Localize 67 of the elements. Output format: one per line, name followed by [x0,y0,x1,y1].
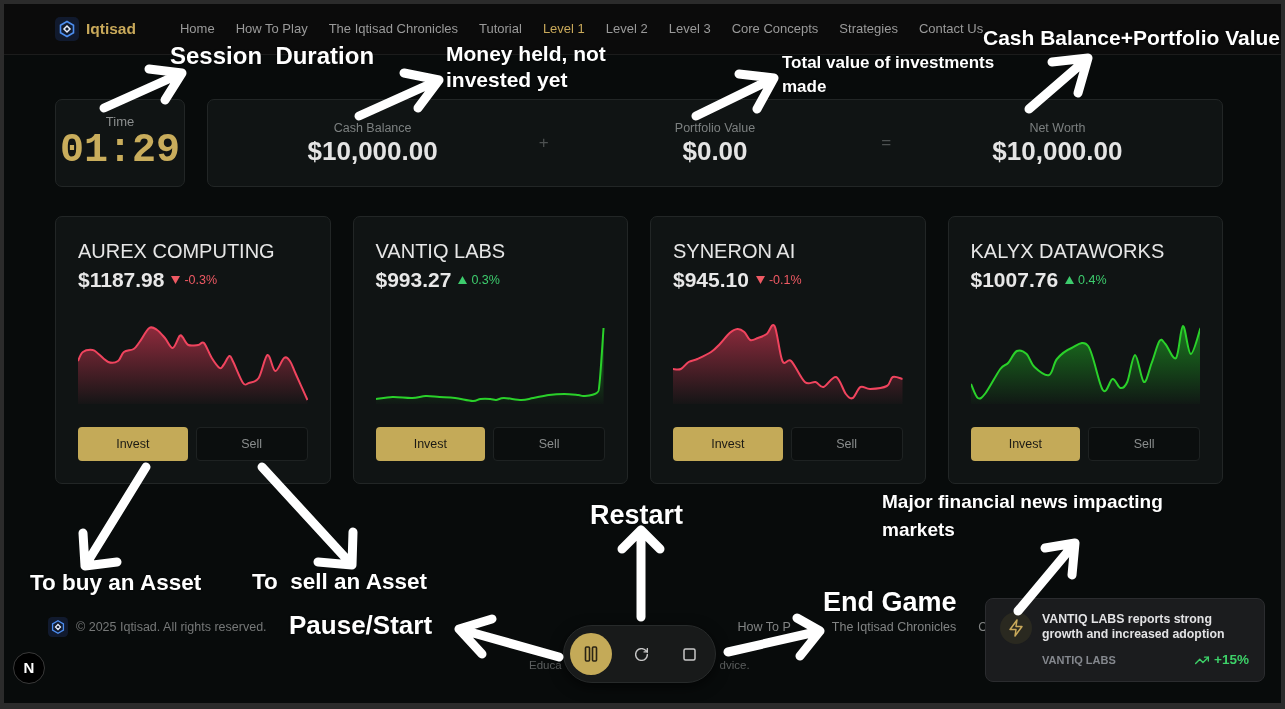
price-change: 0.4% [1078,271,1107,289]
annotation-text: Total value of investments made [782,52,996,98]
annotation-text: Restart [590,500,684,532]
sell-button[interactable]: Sell [195,427,308,461]
footer-link[interactable]: The Iqtisad Chronicles [831,617,957,637]
timer-label: Time [105,114,135,130]
nav-link[interactable]: How To Play [235,19,308,39]
stock-price: $1007.76 [970,267,1059,294]
disclaimer-text: dvice. [719,658,750,673]
annotation-text: End Game [823,587,957,619]
annotation-text: Cash Balance+Portfolio Value [983,26,1280,51]
metric-label: Portfolio Value [674,120,756,136]
annotation-arrow [1024,53,1093,114]
stock-name: SYNERON AI [673,239,797,263]
invest-button[interactable]: Invest [78,427,188,461]
invest-button[interactable]: Invest [375,427,486,461]
dev-badge[interactable]: N [13,652,45,684]
stock-name: AUREX COMPUTING [78,239,276,263]
logo-icon [48,617,68,637]
stop-icon [682,647,696,661]
invest-button[interactable]: Invest [673,427,783,461]
footer-link[interactable]: How To P [737,617,791,637]
nav-link[interactable]: Level 3 [668,19,711,39]
operator-sign: + [538,132,549,155]
price-change: -0.1% [768,271,802,289]
timer-value: 01:29 [60,130,180,172]
brand-name: Iqtisad [86,19,136,40]
news-headline: VANTIQ LABS reports strong growth and increased adoption [1042,612,1226,642]
copyright-text: © 2025 Iqtisad. All rights reserved. [76,618,267,636]
nav-link[interactable]: Level 1 [542,19,585,39]
annotation-text: Money held, not invested yet [446,41,607,94]
operator-sign: = [881,132,892,155]
restart-icon [634,647,648,661]
nav-link[interactable]: Contact Us [918,19,984,39]
nav-link[interactable]: The Iqtisad Chronicles [328,19,458,39]
sell-button[interactable]: Sell [493,427,605,461]
stock-price: $945.10 [673,267,749,294]
annotation-text: Session Duration [170,42,375,70]
stock-name: KALYX DATAWORKS [970,239,1166,263]
nav-link[interactable]: Core Concepts [731,19,819,39]
annotation-text: Major financial news impacting markets [882,490,1164,542]
disclaimer-text: Educa [529,658,562,673]
stock-price: $1187.98 [78,267,165,294]
price-change: 0.3% [471,271,500,289]
lightning-icon [1000,612,1032,644]
annotation-text: Pause/Start [289,611,433,641]
metric-label: Cash Balance [333,120,412,136]
price-change: -0.3% [184,271,218,289]
metric-value: $10,000.00 [992,136,1123,166]
nav-link[interactable]: Strategies [839,19,898,39]
nav-link[interactable]: Tutorial [479,19,522,39]
news-company: VANTIQ LABS [1042,652,1116,668]
metric-label: Net Worth [1029,120,1086,136]
logo-icon [55,17,79,41]
stock-price: $993.27 [375,267,452,294]
nav-link[interactable]: Home [179,19,215,39]
stock-name: VANTIQ LABS [375,239,507,263]
nav-link[interactable]: Level 2 [605,19,648,39]
sell-button[interactable]: Sell [1088,427,1200,461]
sell-button[interactable]: Sell [790,427,903,461]
invest-button[interactable]: Invest [970,427,1081,461]
news-change: +15% [1214,651,1249,669]
pause-button[interactable] [570,633,612,675]
annotation-text: To sell an Asset [252,569,428,595]
metric-value: $0.00 [682,136,748,166]
metric-value: $10,000.00 [307,136,438,166]
annotation-text: To buy an Asset [30,570,202,596]
